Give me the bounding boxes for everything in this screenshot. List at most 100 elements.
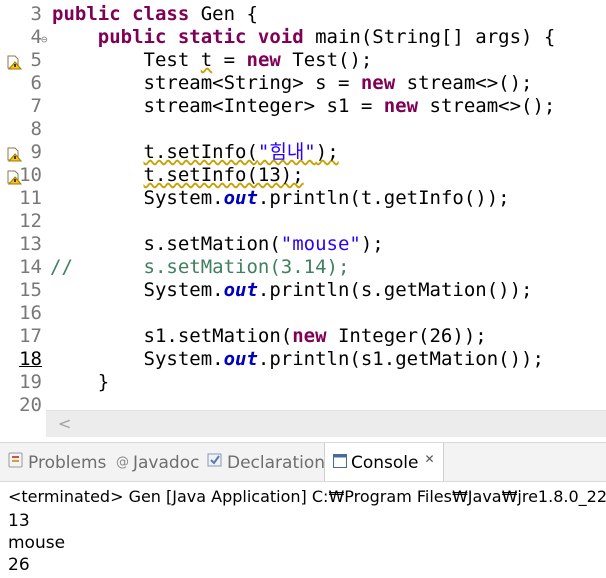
code-token: t — [200, 49, 213, 71]
code-token: out — [223, 348, 258, 370]
code-token: System. — [52, 187, 224, 209]
tab-problems[interactable]: Problems — [8, 443, 106, 481]
tab-javadoc[interactable]: @ Javadoc — [116, 443, 199, 481]
line-number: 14 — [19, 256, 42, 278]
code-line[interactable]: 4 ⊖ public static void main(String[] args… — [0, 26, 606, 49]
code-token: public static void — [97, 26, 304, 48]
line-number: 10 — [19, 164, 42, 186]
code-line[interactable]: 13 s.setMation("mouse"); — [0, 233, 606, 256]
scroll-left-icon[interactable]: < — [58, 414, 71, 433]
code-text: Test t = new Test(); — [52, 49, 373, 72]
line-number: 7 — [30, 95, 42, 117]
horizontal-scrollbar[interactable]: < — [46, 410, 606, 437]
code-token: stream<Integer> s1 = — [52, 95, 384, 117]
line-number: 13 — [19, 233, 42, 255]
line-number: 11 — [19, 187, 42, 209]
tab-declaration[interactable]: Declaration — [207, 443, 325, 481]
code-line[interactable]: 16 — [0, 302, 606, 325]
code-line[interactable]: 6 stream<String> s = new stream<>(); — [0, 72, 606, 95]
code-line[interactable]: 14// s.setMation(3.14); — [0, 256, 606, 279]
console-icon — [333, 443, 347, 483]
code-token: s.setMation( — [52, 233, 281, 255]
console-line: 26 — [8, 555, 30, 575]
tab-console-label: Console — [351, 453, 419, 473]
code-text: } — [52, 371, 109, 394]
code-line[interactable]: 5 Test t = new Test(); — [0, 49, 606, 72]
code-text: public static void main(String[] args) { — [52, 26, 556, 49]
code-line[interactable]: 15 System.out.println(s.getMation()); — [0, 279, 606, 302]
code-token: ); — [360, 233, 384, 255]
line-number: 18 — [19, 348, 42, 370]
line-number: 3 — [30, 3, 42, 25]
code-token: Gen { — [189, 3, 258, 25]
code-line[interactable]: 3 public class Gen { — [0, 3, 606, 26]
line-number: 15 — [19, 279, 42, 301]
code-token: stream<String> s = — [52, 72, 361, 94]
code-token: = — [212, 49, 247, 71]
code-line[interactable]: 17 s1.setMation(new Integer(26)); — [0, 325, 606, 348]
code-token: .println(s1.getMation()); — [257, 348, 544, 370]
code-text: stream<Integer> s1 = new stream<>(); — [52, 95, 556, 118]
code-line[interactable]: 8 — [0, 118, 606, 141]
code-line[interactable]: 7 stream<Integer> s1 = new stream<>(); — [0, 95, 606, 118]
code-token: System. — [52, 348, 224, 370]
line-number: 19 — [19, 371, 42, 393]
code-token: out — [223, 187, 258, 209]
code-text: t.setInfo("힘내"); — [52, 141, 339, 164]
line-number: 16 — [19, 302, 42, 324]
code-text: System.out.println(t.getInfo()); — [52, 187, 510, 210]
line-number: 9 — [30, 141, 42, 163]
line-number: 5 — [30, 49, 42, 71]
code-line[interactable]: 10 t.setInfo(13); — [0, 164, 606, 187]
code-token: System. — [52, 279, 224, 301]
code-token: .println(s.getMation()); — [257, 279, 533, 301]
line-number: 8 — [30, 118, 42, 140]
code-text: s.setMation("mouse"); — [52, 233, 384, 256]
code-line[interactable]: 9 t.setInfo("힘내"); — [0, 141, 606, 164]
code-text: System.out.println(s1.getMation()); — [52, 348, 544, 371]
code-token: Integer(26)); — [326, 325, 487, 347]
code-editor[interactable]: 3 public class Gen {4 ⊖ public static void… — [0, 0, 606, 416]
code-token: s.setMation(3.14); — [52, 256, 350, 278]
console-output[interactable]: <terminated> Gen [Java Application] C:₩P… — [0, 481, 606, 578]
code-token: Test(); — [280, 49, 373, 71]
line-number: 4 — [30, 26, 42, 48]
code-token: "mouse" — [280, 233, 361, 255]
code-text: s1.setMation(new Integer(26)); — [52, 325, 487, 348]
code-text: s.setMation(3.14); — [52, 256, 350, 279]
at-icon: @ — [116, 455, 129, 470]
line-number: 20 — [19, 394, 42, 416]
code-line[interactable]: 19 } — [0, 371, 606, 394]
code-token: ); — [315, 141, 339, 163]
fold-toggle-icon[interactable]: ⊖ — [41, 28, 48, 51]
code-token: Test — [52, 49, 201, 71]
code-text: stream<String> s = new stream<>(); — [52, 72, 533, 95]
code-text: System.out.println(s.getMation()); — [52, 279, 533, 302]
tab-javadoc-label: Javadoc — [133, 453, 200, 473]
code-token: main(String[] args) { — [303, 26, 556, 48]
declaration-icon — [207, 443, 223, 483]
code-token: stream<>(); — [418, 95, 556, 117]
console-line: mouse — [8, 533, 66, 553]
code-text: t.setInfo(13); — [52, 164, 304, 187]
tab-console[interactable]: Console ✕ — [324, 443, 444, 481]
line-number: 6 — [30, 72, 42, 94]
code-token: new — [292, 325, 327, 347]
code-line[interactable]: 11 System.out.println(t.getInfo()); — [0, 187, 606, 210]
tab-problems-label: Problems — [28, 453, 107, 473]
code-token: } — [52, 371, 110, 393]
code-line[interactable]: 18 System.out.println(s1.getMation()); — [0, 348, 606, 371]
close-icon[interactable]: ✕ — [425, 452, 435, 466]
code-token: new — [360, 72, 396, 94]
console-status: <terminated> Gen [Java Application] C:₩P… — [8, 487, 606, 506]
code-line[interactable]: 12 — [0, 210, 606, 233]
code-token: out — [223, 279, 258, 301]
line-number: 12 — [19, 210, 42, 232]
tab-declaration-label: Declaration — [227, 453, 326, 473]
code-token: "힘내" — [257, 141, 316, 163]
problems-icon — [8, 443, 24, 483]
console-line: 13 — [8, 511, 30, 531]
